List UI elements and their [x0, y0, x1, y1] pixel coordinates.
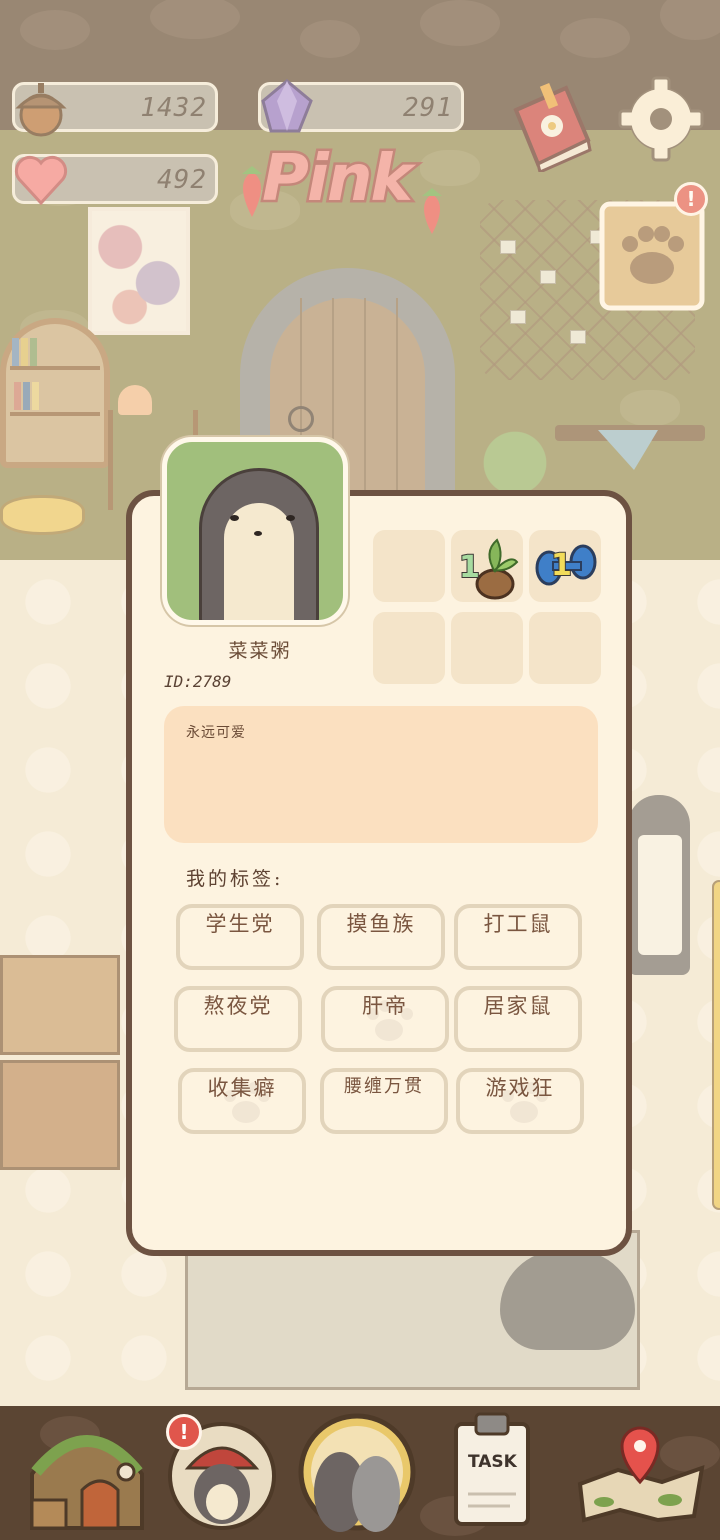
badge-slot[interactable]: 1 [529, 530, 601, 602]
badge-slot[interactable]: 1 [451, 530, 523, 602]
home-icon[interactable] [22, 1410, 152, 1536]
tag-label: 收集癖 [207, 1076, 277, 1100]
nickname: 菜菜粥 [228, 640, 292, 662]
tag-label: 游戏狂 [485, 1076, 555, 1100]
task-label: TASK [468, 1452, 517, 1472]
badge-level: 1 [550, 547, 573, 584]
bio-text: 永远可爱 [186, 725, 246, 741]
badge-level: 1 [458, 549, 481, 586]
tag-chip[interactable]: 学生党 [176, 904, 304, 970]
tag-label: 摸鱼族 [346, 912, 416, 936]
badge-slot[interactable] [451, 612, 523, 684]
bio-box[interactable]: 永远可爱 [164, 706, 598, 843]
map-icon[interactable] [574, 1424, 708, 1524]
tag-label: 打工鼠 [483, 912, 553, 936]
tag-chip[interactable]: 居家鼠 [454, 986, 582, 1052]
tag-chip[interactable]: 熬夜党 [174, 986, 302, 1052]
character-alert-badge: ! [166, 1414, 202, 1450]
tags-title: 我的标签: [186, 868, 284, 890]
tag-chip[interactable]: 肝帝 [321, 986, 449, 1052]
character-button[interactable]: ! [166, 1414, 278, 1532]
badge-slot[interactable] [373, 612, 445, 684]
badge-slot[interactable] [373, 530, 445, 602]
tag-chip[interactable]: 收集癖 [178, 1068, 306, 1134]
task-button[interactable]: TASK [450, 1410, 534, 1530]
tag-label: 居家鼠 [483, 994, 553, 1018]
otters-icon[interactable] [296, 1410, 418, 1534]
tag-chip[interactable]: 摸鱼族 [317, 904, 445, 970]
badge-slot[interactable] [529, 612, 601, 684]
user-id: ID:2789 [164, 672, 232, 691]
tag-chip[interactable]: 打工鼠 [454, 904, 582, 970]
tag-label: 学生党 [205, 912, 275, 936]
otter-avatar-icon [199, 468, 319, 620]
avatar[interactable] [162, 437, 348, 625]
tag-label: 腰缠万贯 [344, 1076, 424, 1097]
tag-label: 肝帝 [362, 994, 408, 1018]
tag-chip[interactable]: 游戏狂 [456, 1068, 584, 1134]
tag-chip[interactable]: 腰缠万贯 [320, 1068, 448, 1134]
tag-label: 熬夜党 [203, 994, 273, 1018]
bottom-nav: ! TASK [0, 1406, 720, 1540]
